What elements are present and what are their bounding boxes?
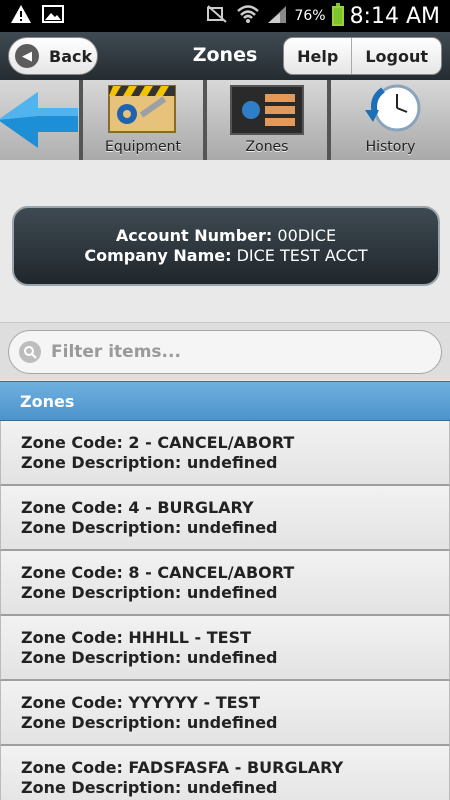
zone-list: Zone Code: 2 - CANCEL/ABORT Zone Descrip… [0,421,450,800]
list-item[interactable]: Zone Code: 2 - CANCEL/ABORT Zone Descrip… [0,421,450,486]
zone-description: Zone Description: undefined [21,583,278,602]
status-bar: 76% 8:14 AM [0,0,450,32]
toolbar-equipment-button[interactable]: Equipment [83,80,207,160]
toolbar-back-button[interactable] [0,80,83,160]
back-button[interactable]: ◀ Back [8,37,98,75]
account-info-panel: Account Number: 00DICE Company Name: DIC… [12,206,440,286]
signal-icon [266,4,288,28]
mute-icon [206,4,230,28]
clock-time: 8:14 AM [349,3,440,29]
account-number-label: Account Number: [115,226,273,245]
back-arrow-icon: ◀ [15,44,39,68]
equipment-icon [108,85,176,133]
zone-description: Zone Description: undefined [21,648,278,667]
company-name-value: DICE TEST ACCT [236,246,368,265]
header-actions: Help Logout [283,37,442,75]
zone-code: Zone Code: FADSFASFA - BURGLARY [21,758,344,777]
nav-toolbar: Equipment Zones History [0,80,450,160]
logout-button[interactable]: Logout [351,38,441,74]
zone-code: Zone Code: 8 - CANCEL/ABORT [21,563,295,582]
list-header: Zones [0,381,450,421]
back-arrow-icon [0,92,78,148]
filter-input[interactable] [51,342,431,362]
battery-percent: 76% [294,8,326,24]
warning-icon [10,4,32,28]
search-icon [19,341,41,363]
zone-code: Zone Code: HHHLL - TEST [21,628,252,647]
zone-description: Zone Description: undefined [21,453,278,472]
back-button-label: Back [49,46,93,66]
app-header: ◀ Back Zones Help Logout [0,32,450,80]
account-number-row: Account Number: 00DICE [116,226,336,246]
zones-icon [230,85,304,135]
list-item[interactable]: Zone Code: HHHLL - TEST Zone Description… [0,616,450,681]
account-number-value: 00DICE [277,226,337,245]
history-clock-icon [365,84,421,132]
list-item[interactable]: Zone Code: 4 - BURGLARY Zone Description… [0,486,450,551]
zone-description: Zone Description: undefined [21,778,278,797]
list-item[interactable]: Zone Code: 8 - CANCEL/ABORT Zone Descrip… [0,551,450,616]
zone-description: Zone Description: undefined [21,518,278,537]
wifi-icon [236,4,260,28]
zone-code: Zone Code: YYYYYY - TEST [21,693,260,712]
company-name-label: Company Name: [84,246,232,265]
company-name-row: Company Name: DICE TEST ACCT [84,246,367,266]
filter-bar [0,322,450,380]
zone-code: Zone Code: 4 - BURGLARY [21,498,254,517]
filter-field[interactable] [8,330,442,374]
zone-description: Zone Description: undefined [21,713,278,732]
help-button[interactable]: Help [284,38,351,74]
list-item[interactable]: Zone Code: FADSFASFA - BURGLARY Zone Des… [0,746,450,800]
list-item[interactable]: Zone Code: YYYYYY - TEST Zone Descriptio… [0,681,450,746]
battery-icon [331,3,344,26]
gallery-icon [42,4,64,28]
toolbar-history-button[interactable]: History [331,80,450,160]
toolbar-zones-button[interactable]: Zones [207,80,331,160]
zone-code: Zone Code: 2 - CANCEL/ABORT [21,433,295,452]
